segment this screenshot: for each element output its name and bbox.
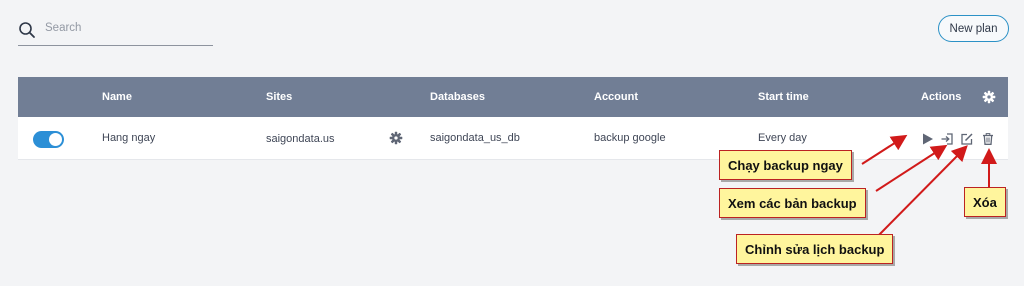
table-header: Name Sites Databases Account Start time … (18, 77, 1008, 117)
search-icon (19, 22, 35, 38)
column-header-actions: Actions (921, 91, 962, 103)
enabled-toggle[interactable] (33, 131, 64, 148)
column-header-name: Name (102, 91, 132, 103)
plan-name: Hang ngay (102, 132, 156, 144)
callout-delete: Xóa (964, 187, 1006, 217)
gear-icon[interactable] (982, 90, 996, 104)
gear-icon[interactable] (389, 131, 403, 145)
login-icon[interactable] (941, 133, 953, 145)
trash-icon[interactable] (982, 133, 994, 145)
plan-database: saigondata_us_db (430, 132, 520, 144)
table-row: Hang ngay saigondata.us saigondata_us_db… (18, 117, 1008, 160)
column-header-start-time: Start time (758, 91, 809, 103)
search-field[interactable]: Search (18, 18, 213, 46)
backup-plans-table: Name Sites Databases Account Start time … (18, 77, 1008, 160)
play-icon[interactable] (922, 133, 934, 145)
toggle-knob (49, 133, 62, 146)
column-header-databases: Databases (430, 91, 486, 103)
column-header-sites: Sites (266, 91, 293, 103)
callout-view-backups: Xem các bản backup (719, 188, 866, 218)
callout-run-now: Chạy backup ngay (719, 150, 852, 180)
plan-site: saigondata.us (266, 133, 335, 145)
callout-edit-schedule: Chỉnh sửa lịch backup (736, 234, 894, 264)
column-header-account: Account (594, 91, 638, 103)
edit-icon[interactable] (961, 133, 973, 145)
new-plan-button[interactable]: New plan (938, 15, 1009, 42)
plan-account: backup google (594, 132, 666, 144)
search-input[interactable]: Search (45, 22, 81, 34)
plan-start-time: Every day (758, 132, 807, 144)
